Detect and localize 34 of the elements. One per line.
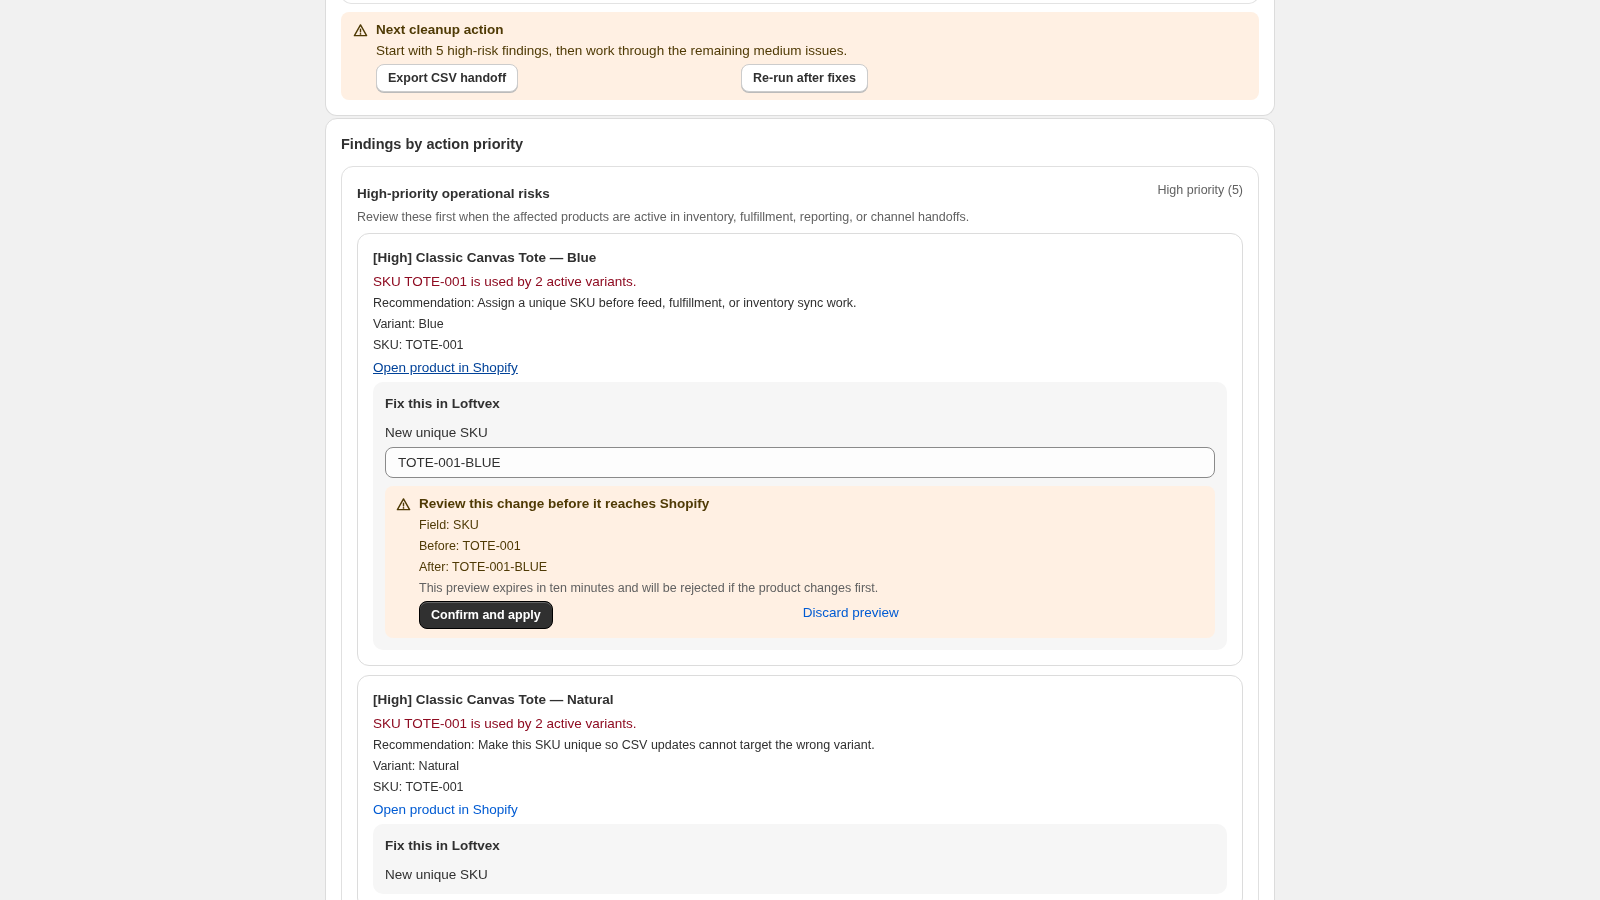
preview-title: Review this change before it reaches Shopify	[419, 496, 711, 511]
fix-title: Fix this in Loftvex	[385, 396, 501, 411]
warning-icon	[396, 497, 411, 512]
recommendation-text: Recommendation: Make this SKU unique so CSV updates cannot target the wrong variant.	[373, 738, 876, 752]
fix-title: Fix this in Loftvex	[385, 838, 501, 853]
variant-text: Variant: Blue	[373, 317, 445, 331]
expiry-note: This preview expires in ten minutes and will be rejected if the product changes first.	[419, 581, 880, 595]
banner-message: Start with 5 high-risk findings, then work through the remaining medium issues.	[376, 43, 849, 58]
banner-title: Next cleanup action	[376, 22, 505, 37]
section-title: Findings by action priority	[341, 136, 525, 152]
issue-text: SKU TOTE-001 is used by 2 active variants.	[373, 274, 638, 289]
priority-count: High priority (5)	[1157, 183, 1243, 199]
confirm-button[interactable]: Confirm and apply	[419, 601, 553, 629]
recommendation-text: Recommendation: Assign a unique SKU before feed, fulfillment, or inventory sync work.	[373, 296, 858, 310]
action-button[interactable]: Export CSV handoff	[376, 64, 519, 92]
variant-text: Variant: Natural	[373, 759, 460, 773]
product-link[interactable]: Open product in Shopify	[373, 360, 518, 375]
product-link[interactable]: Open product in Shopify	[373, 802, 518, 817]
sku-text: SKU: TOTE-001	[373, 780, 465, 794]
discard-link[interactable]: Discard preview	[802, 604, 899, 620]
change-detail: Before: TOTE-001	[419, 539, 522, 553]
change-detail: After: TOTE-001-BLUE	[419, 560, 549, 574]
sku-text: SKU: TOTE-001	[373, 338, 465, 352]
field-label: New unique SKU	[385, 867, 489, 882]
issue-text: SKU TOTE-001 is used by 2 active variants.	[373, 716, 638, 731]
warning-icon	[353, 23, 368, 38]
finding-title: [High] Classic Canvas Tote — Blue	[373, 250, 598, 265]
field-label: New unique SKU	[385, 425, 489, 440]
finding-title: [High] Classic Canvas Tote — Natural	[373, 692, 615, 707]
action-button[interactable]: Re-run after fixes	[741, 64, 868, 92]
group-description: Review these first when the affected products are active in inventory, fulfillment, reporting, or channel handoffs.	[357, 210, 971, 224]
group-title: High-priority operational risks	[357, 186, 550, 201]
sku-input[interactable]: TOTE-001-BLUE	[385, 447, 1215, 478]
change-detail: Field: SKU	[419, 518, 480, 532]
